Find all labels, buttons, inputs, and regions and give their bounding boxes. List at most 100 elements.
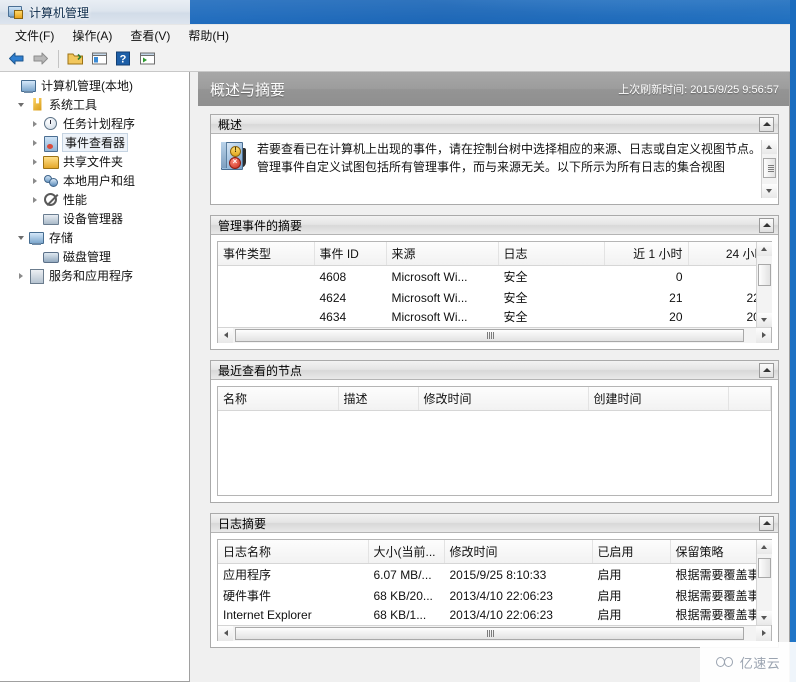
expander-local-users-groups[interactable] [28,171,42,190]
collapse-log-summary-button[interactable] [759,516,774,531]
col-event-id[interactable]: 事件 ID [314,242,386,266]
table-row[interactable]: Internet Explorer 68 KB/1... 2013/4/10 2… [218,606,756,625]
menu-view[interactable]: 查看(V) [121,25,179,46]
col-modified-time[interactable]: 修改时间 [418,387,588,411]
table-row[interactable]: 4608 Microsoft Wi... 安全 0 1 [218,266,756,288]
menu-help[interactable]: 帮助(H) [179,25,238,46]
expander-event-viewer[interactable] [28,133,42,152]
admin-events-hscrollbar[interactable] [218,327,771,342]
collapse-recent-nodes-button[interactable] [759,363,774,378]
col-name[interactable]: 名称 [218,387,338,411]
tree-node-performance[interactable]: 性能 [0,190,189,209]
col-modified-time[interactable]: 修改时间 [444,540,592,564]
tree-node-services-applications[interactable]: 服务和应用程序 [0,266,189,285]
recent-nodes-empty-area[interactable] [218,411,771,495]
forward-button[interactable] [29,48,51,70]
back-button[interactable] [5,48,27,70]
col-created-time[interactable]: 创建时间 [588,387,728,411]
recent-nodes-list[interactable]: 名称 描述 修改时间 创建时间 [217,386,772,496]
help-button[interactable]: ? [112,48,134,70]
log-summary-hscrollbar[interactable] [218,625,771,640]
scroll-track[interactable] [757,256,772,313]
section-admin-events-header[interactable]: 管理事件的摘要 [211,216,778,235]
log-summary-list[interactable]: 日志名称 大小(当前... 修改时间 已启用 保留策略 [217,539,772,641]
tree-node-label: 共享文件夹 [63,153,123,170]
cell-log: 安全 [498,287,604,308]
menu-action[interactable]: 操作(A) [63,25,121,46]
col-retention-policy[interactable]: 保留策略 [670,540,756,564]
pane-splitter[interactable] [190,72,198,682]
scroll-up-button[interactable] [757,540,772,554]
expander-performance[interactable] [28,190,42,209]
cell-enabled: 启用 [592,585,670,606]
admin-events-grid[interactable]: 事件类型 事件 ID 来源 日志 近 1 小时 24 小时 [218,242,756,327]
col-event-type[interactable]: 事件类型 [218,242,314,266]
scroll-right-button[interactable] [756,626,771,641]
scroll-left-button[interactable] [218,626,233,641]
tree-node-disk-management[interactable]: 磁盘管理 [0,247,189,266]
col-enabled[interactable]: 已启用 [592,540,670,564]
scroll-down-button[interactable] [762,184,777,198]
tree-node-shared-folders[interactable]: 共享文件夹 [0,152,189,171]
log-summary-vscrollbar[interactable] [756,540,771,625]
expander-storage[interactable] [14,228,28,247]
section-recent-nodes-title: 最近查看的节点 [218,362,302,379]
section-recent-nodes-header[interactable]: 最近查看的节点 [211,361,778,380]
table-row[interactable]: 4634 Microsoft Wi... 安全 20 200 [218,308,756,327]
scroll-down-button[interactable] [757,313,772,327]
scroll-track[interactable] [757,554,772,611]
col-last-24h[interactable]: 24 小时 [688,242,756,266]
scroll-up-button[interactable] [762,140,777,154]
log-summary-grid[interactable]: 日志名称 大小(当前... 修改时间 已启用 保留策略 [218,540,756,625]
col-source[interactable]: 来源 [386,242,498,266]
scroll-thumb[interactable] [763,158,776,178]
col-log-name[interactable]: 日志名称 [218,540,368,564]
table-row[interactable]: 4624 Microsoft Wi... 安全 21 225 [218,287,756,308]
up-folder-button[interactable] [64,48,86,70]
col-size[interactable]: 大小(当前... [368,540,444,564]
scroll-thumb[interactable] [758,264,771,286]
cell-log: 安全 [498,266,604,288]
expander-services-applications[interactable] [14,266,28,285]
admin-events-vscrollbar[interactable] [756,242,771,327]
admin-events-list[interactable]: 事件类型 事件 ID 来源 日志 近 1 小时 24 小时 [217,241,772,343]
cell-event-id: 4608 [314,266,386,288]
scroll-track[interactable] [233,328,756,343]
tree-node-system-tools[interactable]: 系统工具 [0,95,189,114]
expander-shared-folders[interactable] [28,152,42,171]
scroll-right-button[interactable] [756,328,771,343]
tree-node-task-scheduler[interactable]: 任务计划程序 [0,114,189,133]
cell-last-24h: 200 [688,308,756,327]
table-row[interactable]: 应用程序 6.07 MB/... 2015/9/25 8:10:33 启用 根据… [218,564,756,586]
cell-event-type [218,308,314,327]
menu-file[interactable]: 文件(F) [6,25,63,46]
scroll-thumb[interactable] [235,627,744,640]
show-action-pane-button[interactable] [136,48,158,70]
scroll-down-button[interactable] [757,611,772,625]
scroll-thumb[interactable] [758,558,771,578]
tree-node-device-manager[interactable]: 设备管理器 [0,209,189,228]
table-row[interactable]: 硬件事件 68 KB/20... 2013/4/10 22:06:23 启用 根… [218,585,756,606]
col-last-hour[interactable]: 近 1 小时 [604,242,688,266]
tree-node-computer-management[interactable]: 计算机管理(本地) [0,76,189,95]
col-log[interactable]: 日志 [498,242,604,266]
expander-system-tools[interactable] [14,95,28,114]
show-console-tree-button[interactable] [88,48,110,70]
tree-node-local-users-groups[interactable]: 本地用户和组 [0,171,189,190]
collapse-admin-events-button[interactable] [759,218,774,233]
scroll-up-button[interactable] [757,242,772,256]
tree-node-event-viewer[interactable]: 事件查看器 [0,133,189,152]
scroll-thumb[interactable] [235,329,744,342]
expander-task-scheduler[interactable] [28,114,42,133]
overview-scrollbar[interactable] [761,140,776,198]
collapse-overview-button[interactable] [759,117,774,132]
scroll-track[interactable] [762,154,777,184]
section-log-summary-header[interactable]: 日志摘要 [211,514,778,533]
section-overview-header[interactable]: 概述 [211,115,778,134]
device-manager-icon [42,211,59,227]
scroll-left-button[interactable] [218,328,233,343]
tree-node-storage[interactable]: 存储 [0,228,189,247]
col-description[interactable]: 描述 [338,387,418,411]
scroll-track[interactable] [233,626,756,641]
console-tree[interactable]: 计算机管理(本地) 系统工具 任务计划程序 事件查看器 共享文件夹 [0,72,190,682]
